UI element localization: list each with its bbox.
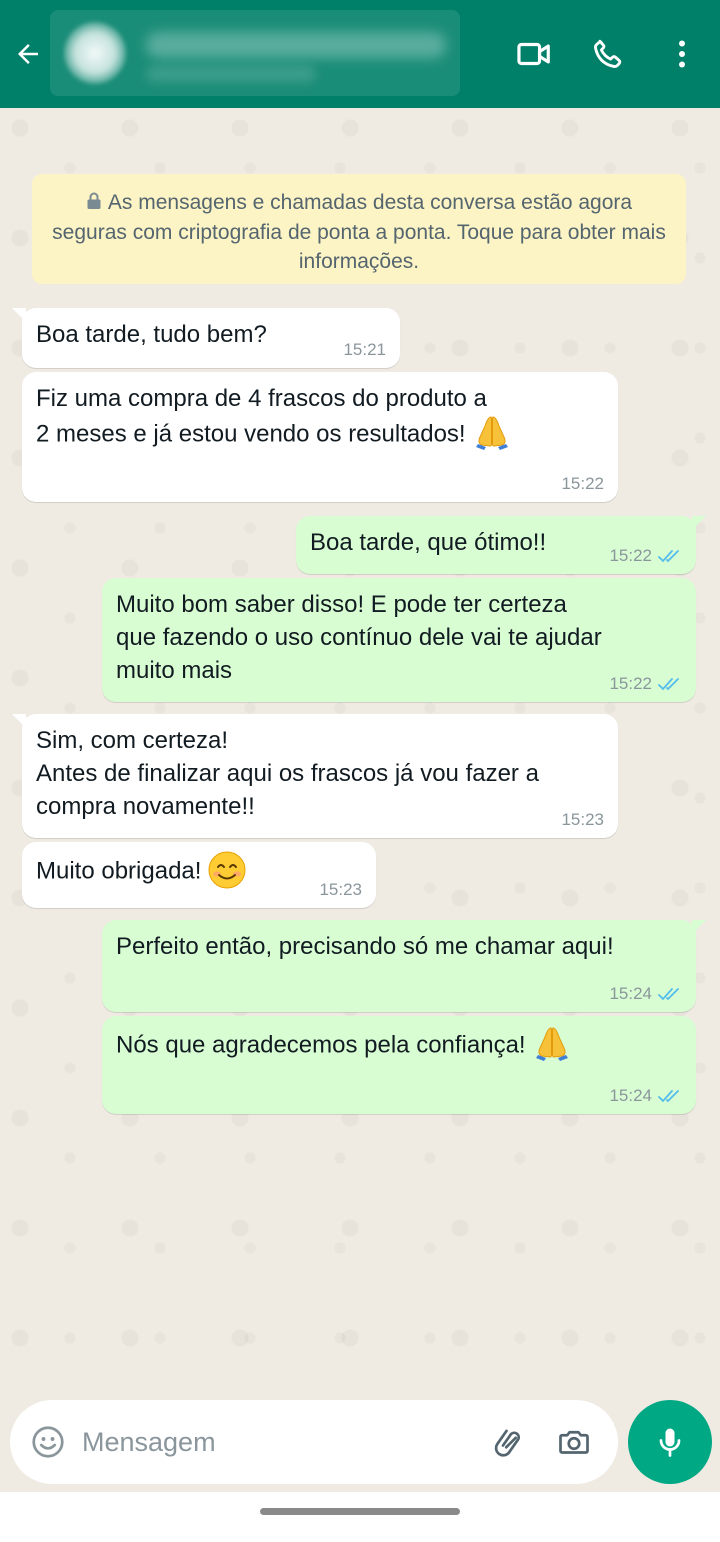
- double-check-read-icon: [658, 1090, 679, 1103]
- video-camera-icon: [517, 42, 550, 66]
- message-time: 15:24: [609, 1086, 682, 1106]
- system-navigation-bar: [0, 1492, 720, 1542]
- message-text-line: Sim, com certeza!: [36, 727, 229, 754]
- message-text: Perfeito então, precisando só me chamar …: [116, 933, 614, 960]
- message-bubble-incoming[interactable]: Fiz uma compra de 4 frascos do produto a…: [22, 372, 618, 502]
- message-input[interactable]: [82, 1416, 482, 1468]
- message-time: 15:22: [609, 674, 682, 694]
- message-text-line: Fiz uma compra de 4 frascos do produto a: [36, 385, 487, 412]
- camera-button[interactable]: [554, 1422, 594, 1462]
- encryption-notice-text: As mensagens e chamadas desta conversa e…: [52, 191, 666, 273]
- message-bubble-outgoing[interactable]: Boa tarde, que ótimo!! 15:22: [296, 516, 706, 574]
- double-check-read-icon: [658, 988, 679, 1001]
- message-time: 15:21: [343, 340, 386, 359]
- message-text-line: Muito bom saber disso! E pode ter certez…: [116, 591, 567, 618]
- message-time: 15:22: [561, 474, 604, 493]
- avatar: [64, 22, 126, 84]
- paperclip-icon: [494, 1429, 521, 1457]
- voice-call-button[interactable]: [588, 34, 628, 74]
- encryption-notice[interactable]: As mensagens e chamadas desta conversa e…: [32, 174, 686, 284]
- contact-info[interactable]: [50, 10, 460, 96]
- message-text-line: 2 meses e já estou vendo os resultados!: [36, 420, 466, 448]
- message-time: 15:24: [609, 984, 682, 1004]
- message-text-line: compra novamente!!: [36, 793, 255, 820]
- message-text-line: muito mais: [116, 657, 233, 684]
- message-text: Muito obrigada!: [36, 857, 202, 885]
- arrow-left-icon: [18, 44, 38, 64]
- smiley-icon: [32, 1426, 64, 1458]
- double-check-read-icon: [658, 550, 679, 563]
- more-vertical-icon: [679, 40, 685, 68]
- home-indicator[interactable]: [260, 1508, 460, 1515]
- message-bubble-incoming[interactable]: Muito obrigada! 15:23: [22, 842, 376, 908]
- message-text: Nós que agradecemos pela confiança!: [116, 1031, 526, 1059]
- message-text-line: Antes de finalizar aqui os frascos já vo…: [36, 760, 539, 787]
- message-bubble-incoming[interactable]: Boa tarde, tudo bem? 15:21: [12, 308, 400, 368]
- smiling-face-emoji: [207, 850, 247, 890]
- folded-hands-emoji: [472, 411, 512, 451]
- message-bubble-incoming[interactable]: Sim, com certeza! Antes de finalizar aqu…: [12, 714, 618, 838]
- chat-header: [0, 0, 720, 108]
- camera-icon: [559, 1430, 589, 1454]
- message-time: 15:22: [609, 546, 682, 566]
- more-options-button[interactable]: [662, 34, 702, 74]
- message-composer: [10, 1400, 618, 1484]
- contact-status-blurred: [146, 66, 316, 82]
- emoji-button[interactable]: [28, 1422, 68, 1462]
- message-time: 15:23: [319, 880, 362, 899]
- video-call-button[interactable]: [514, 34, 554, 74]
- voice-message-button[interactable]: [628, 1400, 712, 1484]
- message-bubble-outgoing[interactable]: Muito bom saber disso! E pode ter certez…: [102, 578, 696, 702]
- message-text: Boa tarde, tudo bem?: [36, 321, 267, 348]
- contact-name-blurred: [146, 32, 446, 58]
- message-time: 15:23: [561, 810, 604, 829]
- message-bubble-outgoing[interactable]: Perfeito então, precisando só me chamar …: [102, 920, 706, 1012]
- back-button[interactable]: [10, 36, 46, 72]
- message-bubble-outgoing[interactable]: Nós que agradecemos pela confiança! 15:2…: [102, 1016, 696, 1114]
- lock-icon: [86, 189, 102, 218]
- phone-icon: [594, 39, 622, 68]
- message-text-line: que fazendo o uso contínuo dele vai te a…: [116, 624, 602, 651]
- attach-button[interactable]: [490, 1422, 530, 1462]
- folded-hands-emoji: [532, 1022, 572, 1062]
- double-check-read-icon: [658, 678, 679, 691]
- microphone-icon: [659, 1428, 681, 1457]
